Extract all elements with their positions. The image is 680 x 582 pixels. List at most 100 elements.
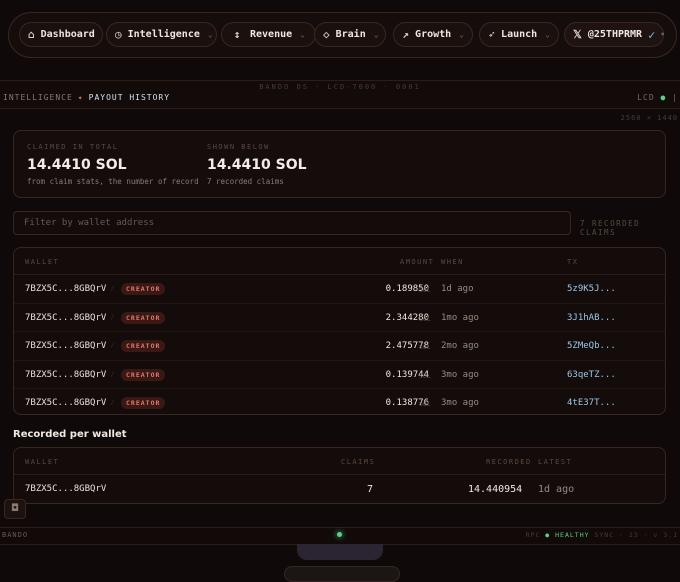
copy-icon[interactable]: ⁄: [110, 313, 115, 323]
summary-card: CLAIMED IN TOTAL 14.4410 SOL from claim …: [13, 130, 666, 198]
wallet-filter-input[interactable]: Filter by wallet address: [13, 211, 571, 235]
recorded-amount: 14.440954: [468, 484, 523, 495]
chevron-down-icon: ⌄: [373, 30, 379, 39]
clock-icon: ◷: [115, 28, 122, 41]
claim-when: 2mo ago: [441, 341, 479, 351]
col-amount: AMOUNT: [400, 258, 435, 266]
nav-revenue[interactable]: ↕ Revenue ⌄: [221, 22, 316, 47]
recorded-claims-count: 7 RECORDED CLAIMS: [580, 219, 641, 237]
creator-badge: CREATOR: [121, 283, 166, 295]
home-icon: ⌂: [28, 28, 35, 41]
claim-when: 1mo ago: [441, 312, 479, 323]
breadcrumb: INTELLIGENCE ✦ PAYOUT HISTORY: [3, 93, 170, 102]
breadcrumb-separator-icon: ✦: [77, 93, 84, 102]
table-row[interactable]: 7BZX5C...8GBQrV ⁄ CREATOR 0.189850 SOL 1…: [14, 275, 665, 304]
chevron-down-icon: ⌄: [207, 30, 213, 39]
tx-link[interactable]: 5ZMeQb...: [567, 341, 616, 351]
col-wallet: WALLET: [25, 458, 60, 466]
per-wallet-header: WALLET CLAIMS RECORDED LATEST: [14, 448, 665, 475]
chevron-down-icon: ⌄: [300, 30, 305, 39]
nav-user-button[interactable]: 𝕏 @25THPRMR ✓ •: [564, 22, 666, 47]
nav-dashboard[interactable]: ⌂ Dashboard: [19, 22, 103, 47]
diamond-icon: ◇: [323, 28, 330, 41]
copy-icon[interactable]: ⁄: [110, 284, 115, 294]
creator-badge: CREATOR: [121, 340, 166, 352]
wallet-address: 7BZX5C...8GBQrV: [25, 284, 107, 294]
live-pulse-icon: [337, 532, 342, 537]
breadcrumb-current: PAYOUT HISTORY: [88, 93, 171, 102]
tx-link[interactable]: 3J1hAB...: [567, 313, 616, 323]
updown-arrows-icon: ↕: [233, 28, 241, 41]
breadcrumb-bar: BANDO OS · LCD-7000 · 0001 INTELLIGENCE ✦…: [0, 80, 680, 109]
amount-unit: SOL: [419, 371, 431, 380]
nav-growth[interactable]: ↗ Growth ⌄: [393, 22, 473, 47]
nav-launch[interactable]: ➶ Launch ⌄: [479, 22, 559, 47]
table-row[interactable]: 7BZX5C...8GBQrV ⁄ CREATOR 2.344280 SOL 1…: [14, 304, 665, 332]
col-claims: CLAIMS: [341, 458, 376, 466]
col-latest: LATEST: [538, 458, 573, 466]
breadcrumb-parent[interactable]: INTELLIGENCE: [3, 93, 73, 102]
claims-count: 7: [367, 484, 374, 495]
claimed-total-stat: CLAIMED IN TOTAL 14.4410 SOL from claim …: [27, 143, 199, 186]
claims-table: WALLET AMOUNT WHEN TX 7BZX5C...8GBQrV ⁄ …: [13, 247, 666, 415]
bottom-pill[interactable]: [284, 566, 400, 582]
claims-table-header: WALLET AMOUNT WHEN TX: [14, 248, 665, 275]
copy-icon[interactable]: ⁄: [110, 398, 115, 408]
amount-unit: SOL: [419, 400, 431, 408]
nav-brain[interactable]: ◇ Brain ⌄: [314, 22, 386, 47]
dock-tab[interactable]: [297, 544, 383, 560]
wallet-address: 7BZX5C...8GBQrV: [25, 398, 107, 408]
col-tx: TX: [567, 258, 579, 266]
tx-link[interactable]: 63qeTZ...: [567, 370, 616, 380]
status-tail: |: [672, 93, 678, 102]
nav-launch-label: Launch: [501, 29, 538, 40]
footer-brand: BANDO: [2, 531, 29, 539]
col-when: WHEN: [441, 258, 464, 266]
rpc-label: RPC: [525, 531, 541, 539]
table-row[interactable]: 7BZX5C...8GBQrV 7 14.440954 1d ago: [14, 475, 665, 503]
shown-below-value: 14.4410 SOL: [207, 157, 307, 173]
tx-link[interactable]: 5z9K5J...: [567, 284, 616, 294]
latest-when: 1d ago: [538, 484, 575, 495]
section-title: Recorded per wallet: [13, 429, 127, 440]
creator-badge: CREATOR: [121, 368, 166, 381]
rocket-icon: ➶: [488, 28, 495, 41]
table-row[interactable]: 7BZX5C...8GBQrV ⁄ CREATOR 0.138776 SOL 3…: [14, 389, 665, 414]
claim-when: 1d ago: [441, 284, 474, 294]
claimed-total-label: CLAIMED IN TOTAL: [27, 143, 119, 151]
table-row[interactable]: 7BZX5C...8GBQrV ⁄ CREATOR 2.475778 SOL 2…: [14, 332, 665, 361]
rpc-status: HEALTHY: [555, 531, 590, 539]
creator-badge: CREATOR: [121, 311, 166, 324]
amount-unit: SOL: [419, 286, 431, 294]
nav-brain-label: Brain: [335, 29, 366, 40]
wallet-address: 7BZX5C...8GBQrV: [25, 484, 107, 494]
nav-dashboard-label: Dashboard: [40, 29, 95, 40]
status-indicator: LCD ● |: [637, 93, 678, 102]
table-row[interactable]: 7BZX5C...8GBQrV ⁄ CREATOR 0.139744 SOL 3…: [14, 361, 665, 389]
nav-intelligence-label: Intelligence: [127, 29, 200, 40]
sync-info: SYNC · 23 · v 3.1: [594, 531, 678, 539]
copy-icon[interactable]: ⁄: [110, 370, 115, 380]
shown-below-stat: SHOWN BELOW 14.4410 SOL 7 recorded claim…: [207, 143, 307, 186]
footer-status: RPC ● HEALTHY SYNC · 23 · v 3.1: [526, 531, 678, 539]
rpc-dot-icon: ●: [545, 531, 551, 539]
tx-link[interactable]: 4tE37T...: [567, 398, 616, 408]
system-title: BANDO OS · LCD-7000 · 0001: [259, 83, 421, 91]
nav-intelligence[interactable]: ◷ Intelligence ⌄: [106, 22, 217, 47]
x-logo-icon: 𝕏: [573, 28, 582, 41]
nav-user-label: @25THPRMR: [587, 29, 643, 40]
claimed-total-value: 14.4410 SOL: [27, 157, 127, 173]
chevron-down-icon: ⌄: [459, 30, 464, 39]
top-nav: ⌂ Dashboard ◷ Intelligence ⌄ ↕ Revenue ⌄…: [8, 12, 677, 58]
verified-check-icon: ✓: [648, 27, 656, 42]
resolution-text: 2560 × 1440: [620, 114, 678, 122]
camera-icon[interactable]: ◘: [4, 499, 26, 519]
wallet-address: 7BZX5C...8GBQrV: [25, 312, 107, 323]
claim-when: 3mo ago: [441, 398, 479, 408]
menu-dot-icon: •: [660, 30, 666, 39]
col-recorded: RECORDED: [486, 458, 532, 466]
shown-below-label: SHOWN BELOW: [207, 143, 270, 151]
copy-icon[interactable]: ⁄: [110, 341, 115, 351]
claim-when: 3mo ago: [441, 369, 479, 380]
wallet-address: 7BZX5C...8GBQrV: [25, 341, 107, 351]
